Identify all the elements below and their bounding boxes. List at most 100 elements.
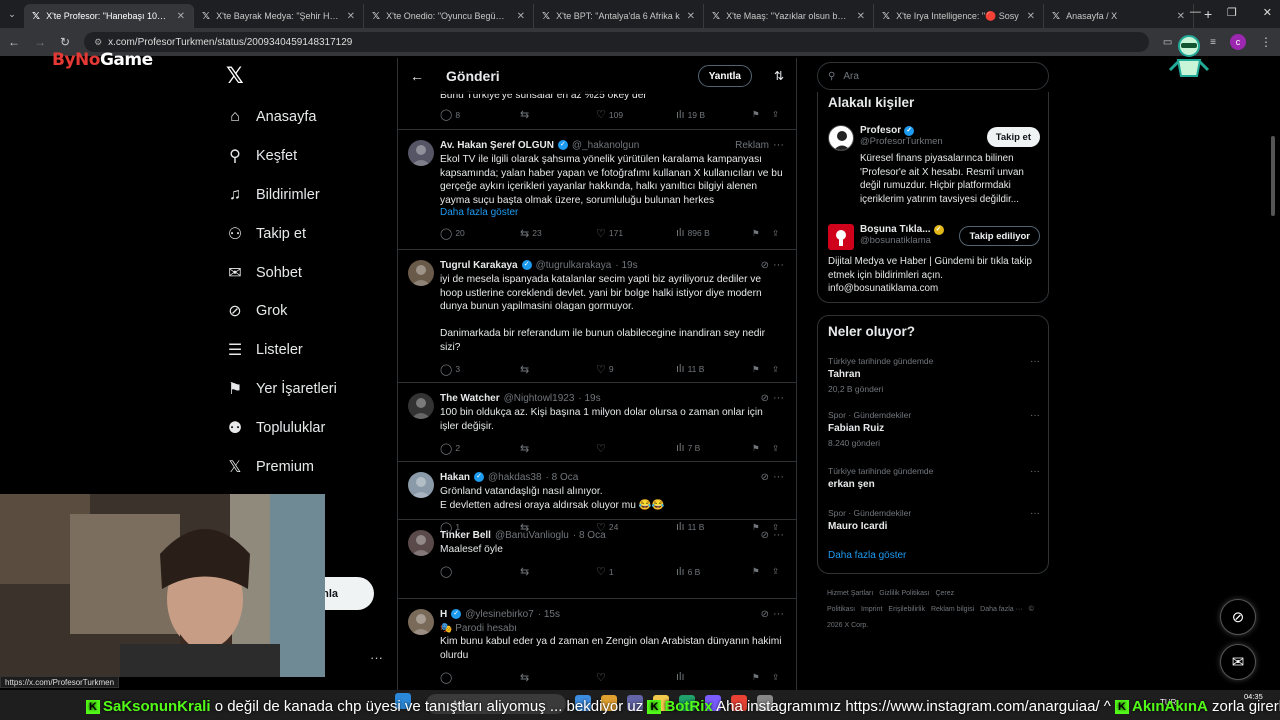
trend-item[interactable]: Türkiye tarihinde gündemde Tahran 20,2 B g…: [828, 356, 1040, 394]
share-icon[interactable]: ⇪: [772, 228, 779, 239]
views-button[interactable]: ılı 7 B: [676, 442, 700, 454]
close-icon[interactable]: ✕: [347, 11, 355, 22]
author-handle[interactable]: @Nightowl1923: [504, 393, 575, 404]
bookmark-icon[interactable]: ⚑: [752, 109, 760, 120]
tab-search-chevron-icon[interactable]: ⌄: [0, 9, 24, 20]
avatar[interactable]: [408, 140, 434, 166]
grok-icon[interactable]: ⊘: [761, 609, 769, 620]
browser-tab[interactable]: 𝕏 X'te BPT: "Antalya'da 6 Afrika k ✕: [534, 4, 704, 28]
scrollbar[interactable]: [1271, 136, 1275, 216]
sidebar-item-grok[interactable]: ⊘ Grok: [226, 292, 386, 331]
footer-link[interactable]: Gizlilik Politikası: [879, 590, 929, 597]
trend-item[interactable]: Türkiye tarihinde gündemde erkan şen ···: [828, 466, 1040, 490]
like-button[interactable]: ♡: [596, 442, 609, 455]
grok-icon[interactable]: ⊘: [761, 530, 769, 541]
avatar[interactable]: [828, 125, 854, 151]
bookmark-icon[interactable]: ⚑: [752, 228, 760, 239]
repost-button[interactable]: ⇆: [520, 363, 532, 376]
author-name[interactable]: Tugrul Karakaya: [440, 260, 518, 271]
footer-link[interactable]: Hizmet Şartları: [827, 590, 873, 597]
repost-button[interactable]: ⇆: [520, 442, 532, 455]
url-field[interactable]: ⚙ x.com/ProfesorTurkmen/status/200934045…: [84, 32, 1149, 52]
more-dots-icon[interactable]: ···: [1030, 508, 1040, 519]
close-window-icon[interactable]: ✕: [1263, 6, 1272, 19]
share-icon[interactable]: ⇪: [772, 443, 779, 454]
close-icon[interactable]: ✕: [857, 11, 865, 22]
grok-icon[interactable]: ⊘: [761, 472, 769, 483]
grok-button[interactable]: ⊘: [1220, 599, 1256, 635]
bookmark-icon[interactable]: ⚑: [752, 443, 760, 454]
avatar[interactable]: [408, 530, 434, 556]
tweet[interactable]: H ✓ @ylesinebirko7 · 15s ⊘ ··· 🎭 Parodi hesabı…: [398, 599, 796, 698]
trend-item[interactable]: Spor · Gündemdekiler Mauro Icardi ···: [828, 508, 1040, 532]
tweet-time[interactable]: · 19s: [578, 393, 600, 404]
reply-button[interactable]: ◯ 2: [440, 442, 460, 455]
browser-tab[interactable]: 𝕏 X'te Irya Intelligence: "🔴 Sosy ✕: [874, 4, 1044, 28]
more-dots-icon[interactable]: ···: [773, 608, 784, 620]
repost-button[interactable]: ⇆: [520, 108, 532, 121]
reply-button[interactable]: ◯ 20: [440, 227, 465, 240]
close-icon[interactable]: ✕: [687, 11, 695, 22]
more-dots-icon[interactable]: ···: [1030, 410, 1040, 421]
sidebar-item-list[interactable]: ☰ Listeler: [226, 331, 386, 370]
reply-button[interactable]: Yanıtla: [697, 65, 752, 87]
repost-button[interactable]: ⇆ 23: [520, 227, 542, 240]
sidebar-item-search[interactable]: ⚲ Keşfet: [226, 137, 386, 176]
person-card[interactable]: Profesor ✓ @ProfesorTurkmen Takip et Küre…: [828, 125, 1040, 206]
author-name[interactable]: Av. Hakan Şeref OLGUN: [440, 140, 554, 151]
like-button[interactable]: ♡ 9: [596, 363, 614, 376]
reload-icon[interactable]: ↻: [60, 35, 70, 49]
more-dots-icon[interactable]: ···: [773, 471, 784, 483]
browser-tab[interactable]: 𝕏 X'te Maaş: "Yazıklar olsun böyle ✕: [704, 4, 874, 28]
close-icon[interactable]: ✕: [177, 11, 185, 22]
person-name[interactable]: Profesor: [860, 125, 901, 136]
reply-button[interactable]: ◯ 3: [440, 363, 460, 376]
sidebar-item-person-plus[interactable]: ⚇ Takip et: [226, 214, 386, 253]
more-dots-icon[interactable]: ···: [1030, 466, 1040, 477]
avatar[interactable]: [408, 609, 434, 635]
close-icon[interactable]: ✕: [1177, 11, 1185, 22]
author-handle[interactable]: @BanuVanlioglu: [495, 530, 569, 541]
sidebar-item-mail[interactable]: ✉ Sohbet: [226, 253, 386, 292]
minimize-icon[interactable]: —: [1190, 6, 1201, 19]
maximize-icon[interactable]: ❐: [1227, 6, 1237, 19]
views-button[interactable]: ılı 19 B: [676, 109, 705, 121]
x-home-logo[interactable]: 𝕏: [226, 64, 244, 89]
browser-tab[interactable]: 𝕏 X'te Bayrak Medya: "Şehir Hast ✕: [194, 4, 364, 28]
tweet[interactable]: The Watcher @Nightowl1923 · 19s ⊘ ··· 100 bin…: [398, 383, 796, 462]
bookmark-icon[interactable]: ⚑: [752, 672, 760, 683]
sidebar-item-bell[interactable]: ♫ Bildirimler: [226, 176, 386, 215]
share-icon[interactable]: ⇪: [772, 109, 779, 120]
tweet[interactable]: Tinker Bell @BanuVanlioglu · 8 Oca ⊘ ··· Maal…: [398, 520, 796, 599]
tweet-time[interactable]: · 8 Oca: [546, 472, 579, 483]
grok-icon[interactable]: ⊘: [761, 393, 769, 404]
reply-button[interactable]: ◯: [440, 565, 455, 578]
like-button[interactable]: ♡ 1: [596, 565, 614, 578]
back-icon[interactable]: ←: [8, 35, 20, 49]
avatar[interactable]: [408, 472, 434, 498]
profile-avatar[interactable]: c: [1230, 34, 1246, 50]
sidebar-item-people[interactable]: ⚉ Topluluklar: [226, 408, 386, 447]
tweet-time[interactable]: · 15s: [538, 609, 560, 620]
footer-link[interactable]: Daha fazla ···: [980, 606, 1022, 613]
footer-link[interactable]: Imprint: [861, 606, 882, 613]
author-handle[interactable]: @_hakanolgun: [572, 140, 639, 151]
menu-dots-icon[interactable]: ⋮: [1260, 35, 1272, 49]
bookmark-icon[interactable]: ⚑: [752, 364, 760, 375]
author-name[interactable]: H: [440, 609, 447, 620]
show-more-link[interactable]: Daha fazla göster: [440, 207, 784, 218]
browser-tab[interactable]: 𝕏 X'te Onedio: "Oyuncu Begüm Ö ✕: [364, 4, 534, 28]
footer-link[interactable]: Reklam bilgisi: [931, 606, 974, 613]
sidebar-item-home[interactable]: ⌂ Anasayfa: [226, 98, 386, 137]
messages-button[interactable]: ✉: [1220, 644, 1256, 680]
views-button[interactable]: ılı 11 B: [676, 363, 704, 375]
more-dots-icon[interactable]: ···: [773, 139, 784, 151]
tweet-time[interactable]: · 8 Oca: [573, 530, 606, 541]
bookmark-icon[interactable]: ⚑: [752, 566, 760, 577]
tweet[interactable]: Tugrul Karakaya ✓ @tugrulkarakaya · 19s ⊘ ···…: [398, 250, 796, 383]
reply-button[interactable]: ◯: [440, 671, 455, 684]
sidebar-item-x-logo[interactable]: 𝕏 Premium: [226, 447, 386, 486]
sidebar-item-bookmark[interactable]: ⚑ Yer İşaretleri: [226, 370, 386, 409]
person-name[interactable]: Boşuna Tıkla...: [860, 224, 931, 235]
more-dots-icon[interactable]: ···: [773, 259, 784, 271]
